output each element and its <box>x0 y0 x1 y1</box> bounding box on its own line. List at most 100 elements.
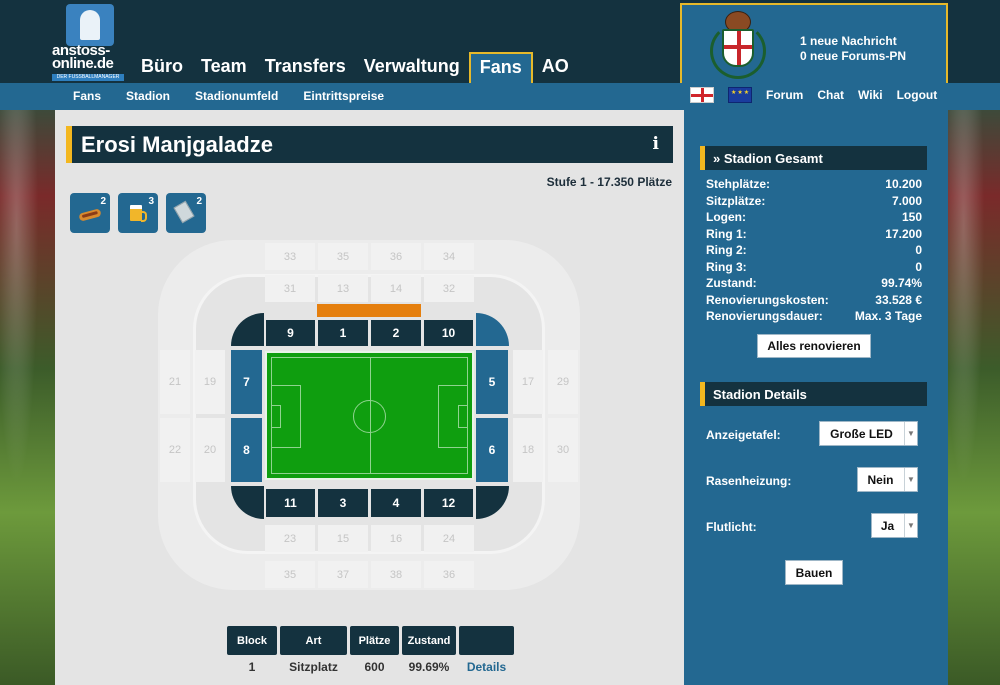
stat-value: 0 <box>915 260 922 274</box>
stat-row: Sitzplätze: 7.000 <box>706 194 922 208</box>
nav-tab-transfers[interactable]: Transfers <box>256 52 355 83</box>
hotdog-item-button[interactable]: 2 <box>70 193 110 233</box>
stat-row: Stehplätze: 10.200 <box>706 177 922 191</box>
georgia-flag-icon[interactable] <box>690 87 714 103</box>
fan-items: 2 3 2 <box>70 193 206 233</box>
stat-value: 150 <box>901 210 922 224</box>
beer-item-button[interactable]: 3 <box>118 193 158 233</box>
stadium-block-3[interactable]: 3 <box>318 489 368 517</box>
stat-row: Renovierungsdauer: Max. 3 Tage <box>706 309 922 323</box>
stat-label: Ring 3: <box>706 260 747 274</box>
flutlicht-select[interactable]: Ja ▼ <box>871 513 918 538</box>
scarf-item-button[interactable]: 2 <box>166 193 206 233</box>
forum-pm-link[interactable]: 0 neue Forums-PN <box>800 49 906 64</box>
build-button[interactable]: Bauen <box>785 560 843 585</box>
page-title-bar: Erosi Manjgaladze i <box>66 126 673 163</box>
stat-value: 17.200 <box>885 227 922 241</box>
details-link[interactable]: Details <box>459 658 514 676</box>
subnav-stadion[interactable]: Stadion <box>126 89 170 103</box>
rasenheizung-value: Nein <box>867 472 894 487</box>
nav-tab-buero[interactable]: Büro <box>132 52 192 83</box>
stat-label: Zustand: <box>706 276 757 290</box>
stat-value: 33.528 € <box>875 293 922 307</box>
stat-label: Ring 1: <box>706 227 747 241</box>
nav-tab-verwaltung[interactable]: Verwaltung <box>355 52 469 83</box>
stat-row: Zustand: 99.74% <box>706 276 922 290</box>
eu-flag-icon[interactable] <box>728 87 752 103</box>
stat-row: Ring 3: 0 <box>706 260 922 274</box>
stat-label: Logen: <box>706 210 746 224</box>
item-count: 3 <box>148 196 154 207</box>
forum-link[interactable]: Forum <box>766 88 803 102</box>
main-content: Erosi Manjgaladze i Stufe 1 - 17.350 Plä… <box>55 110 684 685</box>
background-left <box>0 110 55 685</box>
club-crest-icon[interactable] <box>708 11 768 83</box>
stadium-block-10[interactable]: 10 <box>424 320 473 346</box>
nav-tab-team[interactable]: Team <box>192 52 256 83</box>
col-zustand: Zustand <box>402 626 456 655</box>
chevron-down-icon: ▼ <box>904 514 917 537</box>
stadium-block-1[interactable]: 1 <box>318 320 368 346</box>
page-title: Erosi Manjgaladze <box>81 132 273 157</box>
chevron-down-icon: ▼ <box>904 468 917 491</box>
subnav-eintrittspreise[interactable]: Eintrittspreise <box>303 89 384 103</box>
logout-link[interactable]: Logout <box>897 88 938 102</box>
stat-row: Ring 1: 17.200 <box>706 227 922 241</box>
info-icon[interactable]: i <box>653 134 659 154</box>
logo-player-icon <box>66 4 114 46</box>
messages-link[interactable]: 1 neue Nachricht <box>800 34 906 49</box>
cell-plaetze: 600 <box>364 660 385 674</box>
stat-row: Ring 2: 0 <box>706 243 922 257</box>
stadium-block-12[interactable]: 12 <box>424 489 473 517</box>
stadium-block-5[interactable]: 5 <box>476 350 508 414</box>
stadium-block-6[interactable]: 6 <box>476 418 508 482</box>
hotdog-icon <box>78 208 102 222</box>
item-count: 2 <box>196 196 202 207</box>
background-right <box>948 110 1000 685</box>
stadium-level: Stufe 1 - 17.350 Plätze <box>546 175 672 189</box>
stat-value: 7.000 <box>891 194 922 208</box>
stadium-block-2[interactable]: 2 <box>371 320 421 346</box>
anzeigetafel-select[interactable]: Große LED ▼ <box>819 421 918 446</box>
flutlicht-value: Ja <box>880 518 895 533</box>
nav-tab-ao[interactable]: AO <box>533 52 578 83</box>
stadium-block-4[interactable]: 4 <box>371 489 421 517</box>
flutlicht-label: Flutlicht: <box>706 520 757 534</box>
main-nav: Büro Team Transfers Verwaltung Fans AO <box>132 52 578 83</box>
logo-tagline: DER FUSSBALLMANAGER <box>52 74 124 81</box>
stat-row: Logen: 150 <box>706 210 922 224</box>
subnav-fans[interactable]: Fans <box>73 89 101 103</box>
nav-tab-fans[interactable]: Fans <box>468 52 533 83</box>
wiki-link[interactable]: Wiki <box>858 88 883 102</box>
stadium-block-7[interactable]: 7 <box>231 350 262 414</box>
item-count: 2 <box>100 196 106 207</box>
subnav-stadionumfeld[interactable]: Stadionumfeld <box>195 89 278 103</box>
scarf-icon <box>173 200 195 224</box>
renovate-all-button[interactable]: Alles renovieren <box>757 334 871 358</box>
stadium-block-8[interactable]: 8 <box>231 418 262 482</box>
sidebar: » Stadion Gesamt Stehplätze: 10.200 Sitzp… <box>684 110 948 685</box>
stat-label: Renovierungskosten: <box>706 293 829 307</box>
stadion-details-header: Stadion Details <box>700 382 927 406</box>
rasenheizung-label: Rasenheizung: <box>706 474 792 488</box>
cell-zustand: 99.69% <box>408 660 450 674</box>
col-plaetze: Plätze <box>350 626 399 655</box>
col-block: Block <box>227 626 277 655</box>
blocks-table: Block Art Plätze Zustand 1 Sitzplatz 600… <box>227 626 514 676</box>
table-row: 1 Sitzplatz 600 99.69% Details <box>227 658 514 676</box>
chat-link[interactable]: Chat <box>817 88 844 102</box>
stat-label: Ring 2: <box>706 243 747 257</box>
anzeigetafel-value: Große LED <box>830 426 893 441</box>
notifications: 1 neue Nachricht 0 neue Forums-PN <box>800 34 906 64</box>
stat-label: Renovierungsdauer: <box>706 309 823 323</box>
stadion-gesamt-header: » Stadion Gesamt <box>700 146 927 170</box>
anzeigetafel-label: Anzeigetafel: <box>706 428 781 442</box>
stadium-block-9[interactable]: 9 <box>266 320 315 346</box>
rasenheizung-select[interactable]: Nein ▼ <box>857 467 918 492</box>
site-logo[interactable]: anstoss- online.de DER FUSSBALLMANAGER <box>52 4 128 81</box>
cell-art: Sitzplatz <box>289 660 338 674</box>
col-art: Art <box>280 626 347 655</box>
stadium-block-11[interactable]: 11 <box>266 489 315 517</box>
table-header: Block Art Plätze Zustand <box>227 626 514 655</box>
stat-label: Stehplätze: <box>706 177 771 191</box>
